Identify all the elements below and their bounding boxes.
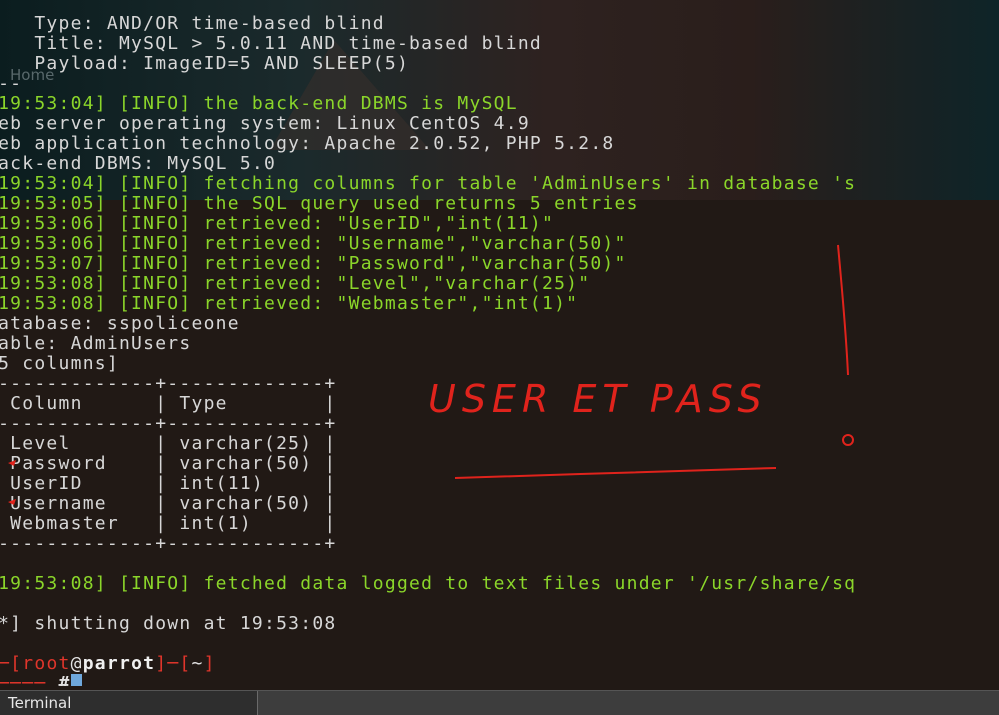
annotation-overlay: USER ET PASS <box>8 244 854 505</box>
annotation-text: USER ET PASS <box>428 377 768 421</box>
taskbar-item-terminal[interactable]: Terminal <box>0 691 258 715</box>
annotation-mark-username <box>8 499 16 505</box>
annotation-exclamation-stroke <box>837 244 849 376</box>
annotation-mark-password <box>8 460 16 466</box>
annotation-underline <box>454 467 777 479</box>
annotation-exclamation-dot <box>842 434 854 446</box>
taskbar: Terminal <box>0 690 999 715</box>
